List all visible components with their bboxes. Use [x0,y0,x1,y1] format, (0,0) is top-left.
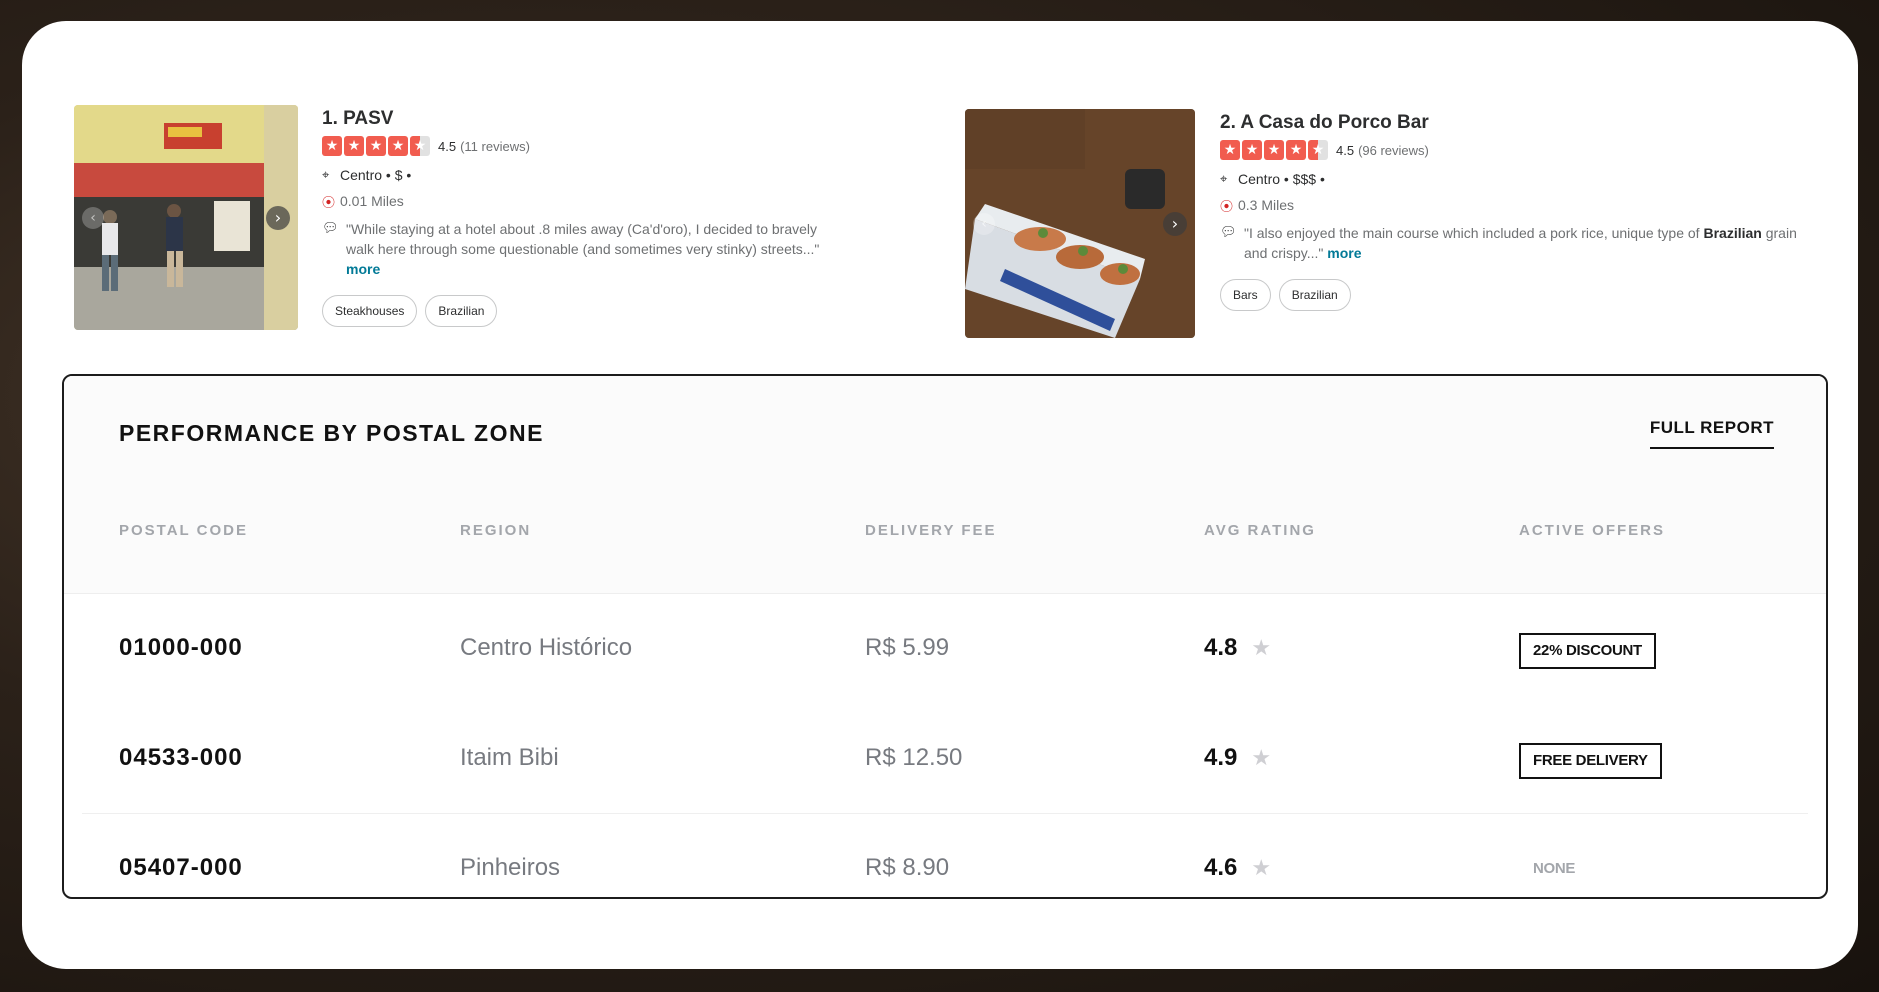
star-icon: ★ [344,136,364,156]
full-report-link[interactable]: FULL REPORT [1649,418,1774,449]
review-count[interactable]: (11 reviews) [460,139,530,154]
region: Pinheiros [460,854,561,881]
postal-code: 05407-000 [119,854,243,881]
star-icon: ★ [366,136,386,156]
snippet-text: "I also enjoyed the main course which in… [1244,225,1704,241]
star-icon: ★ [322,136,342,156]
star-icon: ★ [1242,140,1262,160]
rating-value: 4.5 [438,138,457,154]
more-link[interactable]: more [346,261,380,277]
listing-photo[interactable]: ‹ › [74,105,298,330]
star-icon: ★ [1251,745,1272,771]
review-snippet: 💬︎ "While staying at a hotel about .8 mi… [322,219,922,279]
avg-rating-value: 4.8 [1204,634,1238,661]
business-name[interactable]: 2. A Casa do Porco Bar [1220,112,1820,134]
avg-rating-value: 4.9 [1204,744,1238,771]
postal-code: 04533-000 [119,744,243,771]
category-tags: Bars Brazilian [1220,279,1820,311]
star-icon: ★ [1251,635,1272,661]
review-snippet: 💬︎ "I also enjoyed the main course which… [1220,223,1820,263]
column-header-postal-code: POSTAL CODE [119,522,248,539]
business-name[interactable]: 1. PASV [322,108,922,130]
panel-title: PERFORMANCE BY POSTAL ZONE [119,420,544,446]
star-rating: ★ ★ ★ ★ ★ [1220,140,1328,160]
storefront-photo [74,105,298,330]
food-photo [965,109,1195,338]
chevron-right-icon[interactable]: › [1163,211,1187,236]
avg-rating: 4.6 ★ [1204,854,1271,882]
postal-zone-panel: PERFORMANCE BY POSTAL ZONE FULL REPORT P… [62,374,1828,899]
table-row[interactable]: 04533-000 Itaim Bibi R$ 12.50 4.9 ★ FREE … [64,704,1826,814]
chevron-right-icon[interactable]: › [266,205,290,230]
location-pin-icon: ⌖ [322,167,330,183]
distance-text: 0.01 Miles [340,193,404,209]
listing-card-casa-do-porco: ‹ › 2. A Casa do Porco Bar ★ ★ ★ ★ ★ 4.5… [965,109,1820,338]
review-count[interactable]: (96 reviews) [1358,143,1429,158]
avg-rating: 4.8 ★ [1204,634,1271,662]
region: Centro Histórico [460,634,633,661]
more-link[interactable]: more [1327,245,1361,261]
column-header-region: REGION [460,522,532,539]
meta-row: ⌖ Centro • $ • [322,165,922,185]
category-tags: Steakhouses Brazilian [322,295,922,327]
rating-row: ★ ★ ★ ★ ★ 4.5 (96 reviews) [1220,139,1820,161]
star-rating: ★ ★ ★ ★ ★ [322,136,430,156]
delivery-fee: R$ 8.90 [865,854,950,881]
delivery-fee: R$ 5.99 [865,634,950,661]
tag-steakhouses[interactable]: Steakhouses [322,295,418,327]
star-icon: ★ [1286,140,1306,160]
listing-card-pasv: ‹ › 1. PASV ★ ★ ★ ★ ★ 4.5 (11 reviews) ⌖… [74,105,922,330]
tag-brazilian[interactable]: Brazilian [425,295,498,327]
panel-header: PERFORMANCE BY POSTAL ZONE FULL REPORT [64,376,1826,494]
neighborhood-price: Centro • $ • [340,167,412,183]
chevron-left-icon[interactable]: ‹ [82,206,104,229]
column-header-avg-rating: AVG RATING [1204,522,1316,539]
delivery-fee: R$ 12.50 [865,744,963,771]
avg-rating: 4.9 ★ [1204,744,1271,772]
snippet-highlight: Brazilian [1703,225,1762,241]
listing-info: 1. PASV ★ ★ ★ ★ ★ 4.5 (11 reviews) ⌖ Cen… [322,105,922,330]
offer-badge[interactable]: 22% DISCOUNT [1519,633,1656,669]
offer-badge[interactable]: FREE DELIVERY [1519,743,1662,779]
distance-row: ⦿ 0.3 Miles [1220,195,1820,215]
table-row[interactable]: 05407-000 Pinheiros R$ 8.90 4.6 ★ NONE [64,814,1826,897]
chevron-left-icon[interactable]: ‹ [973,212,995,235]
star-icon: ★ [1251,855,1272,881]
region: Itaim Bibi [460,744,559,771]
star-icon: ★ [1220,140,1240,160]
star-half-icon: ★ [1308,140,1328,160]
star-icon: ★ [1264,140,1284,160]
listing-info: 2. A Casa do Porco Bar ★ ★ ★ ★ ★ 4.5 (96… [1220,109,1820,338]
column-header-delivery-fee: DELIVERY FEE [865,522,997,539]
column-header-active-offers: ACTIVE OFFERS [1519,522,1666,539]
location-pin-icon: ⌖ [1220,171,1228,187]
speech-bubble-icon: 💬︎ [322,221,339,236]
postal-code: 01000-000 [119,634,243,661]
avg-rating-value: 4.6 [1204,854,1238,881]
tag-bars[interactable]: Bars [1220,279,1271,311]
star-half-icon: ★ [410,136,430,156]
table-header: POSTAL CODE REGION DELIVERY FEE AVG RATI… [64,494,1826,594]
distance-pin-icon: ⦿ [322,195,336,211]
tag-brazilian[interactable]: Brazilian [1278,279,1351,311]
rating-value: 4.5 [1336,142,1355,158]
rating-row: ★ ★ ★ ★ ★ 4.5 (11 reviews) [322,135,922,157]
table-row[interactable]: 01000-000 Centro Histórico R$ 5.99 4.8 ★ … [64,594,1826,704]
offer-badge-none: NONE [1533,860,1576,877]
distance-text: 0.3 Miles [1238,197,1295,213]
meta-row: ⌖ Centro • $$$ • [1220,169,1820,189]
snippet-text: "While staying at a hotel about .8 miles… [346,221,820,257]
neighborhood-price: Centro • $$$ • [1238,171,1325,187]
star-icon: ★ [388,136,408,156]
distance-pin-icon: ⦿ [1220,199,1234,215]
speech-bubble-icon: 💬︎ [1220,225,1237,240]
listing-photo[interactable]: ‹ › [965,109,1195,338]
distance-row: ⦿ 0.01 Miles [322,191,922,211]
